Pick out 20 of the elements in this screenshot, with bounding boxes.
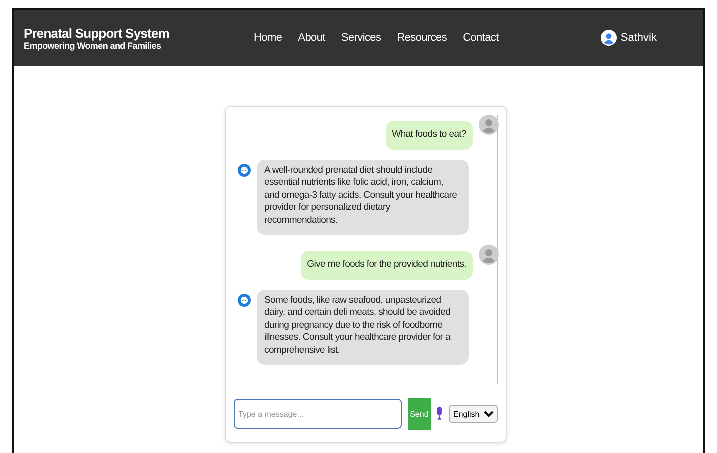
nav-link[interactable]: Home <box>254 32 282 44</box>
avatar-icon <box>600 30 617 46</box>
nav-link[interactable]: Contact <box>463 32 499 44</box>
microphone-icon[interactable] <box>437 406 442 422</box>
language-select[interactable]: English <box>448 405 498 423</box>
nav-link[interactable]: Resources <box>397 32 448 44</box>
user-message: What foods to eat? <box>386 121 472 150</box>
bot-message: Some foods, like raw seafood, unpasteurized dairy, and certain deli meats, should be avoided during pregnancy due to the risk of foodborne illnesses. Consult your healthcare provider for a comprehensive list. <box>256 290 468 365</box>
bot-message: A well-rounded prenatal diet should include essential nutrients like folic acid, iron, calcium, and omega-3 fatty acids. Consult your healthcare provider for personalized dietary recommendations. <box>256 160 468 235</box>
bot-icon <box>238 164 250 176</box>
user-name[interactable]: Sathvik <box>620 32 657 44</box>
bot-icon <box>238 294 250 306</box>
site-subtitle: Empowering Women and Families <box>24 40 162 50</box>
nav-link[interactable]: Services <box>341 32 382 44</box>
message-input[interactable]: Type a message... <box>234 399 402 429</box>
user-message: Give me foods for the provided nutrients. <box>301 251 472 280</box>
user-avatar-icon <box>478 245 498 265</box>
nav-link[interactable]: About <box>298 32 326 44</box>
site-title: Prenatal Support System <box>24 26 170 40</box>
user-avatar-icon <box>478 115 498 135</box>
